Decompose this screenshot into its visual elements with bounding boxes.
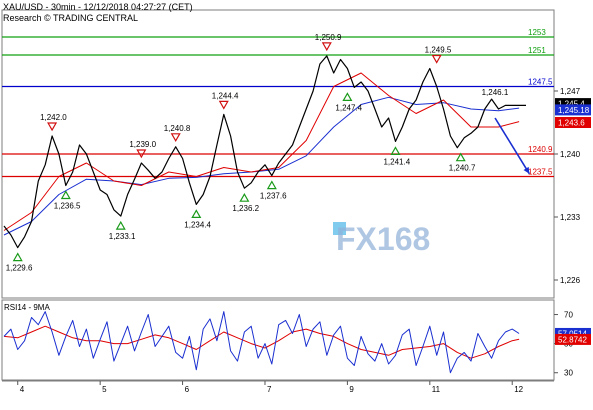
swing-low-label: 1,247.4 (335, 103, 362, 112)
swing-low-triangle-icon (12, 252, 23, 262)
rsi-value-label: 52.8742 (558, 335, 587, 344)
time-axis-tick-label: 9 (349, 385, 354, 394)
rsi-title: RSI14 - 9MA (4, 303, 50, 312)
price-axis-tick-label: 1,247 (560, 87, 581, 96)
chart: XAU/USD - 30min - 12/12/2018 04:27:27 (C… (0, 0, 593, 405)
ma-fast-line (3, 72, 520, 231)
swing-low-triangle-icon (266, 180, 277, 190)
swing-low-label: 1,229.6 (6, 264, 33, 273)
watermark-text: FX168 (336, 221, 430, 257)
time-axis-tick-label: 7 (267, 385, 272, 394)
level-label: 1247.5 (528, 78, 553, 87)
swing-low-label: 1,241.4 (383, 157, 410, 166)
swing-low-triangle-icon (342, 92, 353, 102)
swing-low-triangle-icon (191, 209, 202, 218)
price-axis-tick-label: 1,226 (560, 276, 581, 285)
ma-slow-line (3, 96, 520, 236)
price-tag-label: 1,243.6 (558, 119, 585, 128)
swing-low-triangle-icon (390, 146, 401, 155)
swing-low-label: 1,233.1 (109, 232, 136, 241)
swing-high-label: 1,244.4 (212, 91, 239, 100)
rsi-axis-tick-label: 70 (564, 311, 573, 320)
swing-low-label: 1,236.2 (232, 204, 259, 213)
swing-low-label: 1,240.7 (449, 164, 476, 173)
time-axis-tick-label: 6 (185, 385, 190, 394)
swing-high-triangle-icon (431, 54, 442, 64)
price-axis-tick-label: 1,233 (560, 213, 581, 222)
chart-header-source: Research © TRADING CENTRAL (3, 13, 138, 23)
level-label: 1251 (528, 46, 546, 55)
price-axis-tick-label: 1,240 (560, 150, 581, 159)
swing-low-label: 1,236.5 (54, 202, 81, 211)
swing-high-triangle-icon (47, 122, 58, 132)
swing-low-triangle-icon (455, 152, 466, 162)
swing-high-triangle-icon (218, 100, 229, 110)
price-tag-label: 1,245.18 (558, 106, 590, 115)
swing-high-triangle-icon (170, 133, 181, 143)
swing-low-triangle-icon (239, 192, 250, 202)
swing-high-label: 1,249.5 (425, 46, 452, 55)
swing-high-triangle-icon (321, 42, 332, 52)
level-label: 1237.5 (528, 168, 553, 177)
swing-high-label: 1,250.9 (315, 33, 342, 42)
rsi-axis-tick-label: 30 (564, 369, 573, 378)
time-axis-tick-label: 12 (514, 385, 523, 394)
level-label: 1253 (528, 28, 546, 37)
swing-high-label: 1,242.0 (40, 113, 67, 122)
rsi-line (3, 311, 520, 374)
watermark-logo: FX168 (333, 221, 430, 257)
projection-arrow-line (494, 117, 531, 175)
price-line (3, 55, 526, 249)
time-axis-tick-label: 4 (20, 385, 25, 394)
chart-canvas: RSI14 - 9MA 1253 1251 1247.5 1240.9 1237.5 1… (1, 9, 591, 394)
chart-header-symbol: XAU/USD - 30min - 12/12/2018 04:27:27 (C… (3, 2, 193, 12)
price-point-label: 1,246.1 (482, 88, 509, 97)
swing-low-label: 1,234.4 (184, 220, 211, 229)
time-axis-tick-label: 11 (432, 385, 441, 394)
level-label: 1240.9 (528, 145, 553, 154)
swing-high-label: 1,240.8 (164, 124, 191, 133)
swing-low-label: 1,237.6 (260, 192, 287, 201)
swing-high-label: 1,239.0 (129, 140, 156, 149)
swing-low-triangle-icon (115, 220, 126, 230)
time-axis-tick-label: 5 (102, 385, 107, 394)
